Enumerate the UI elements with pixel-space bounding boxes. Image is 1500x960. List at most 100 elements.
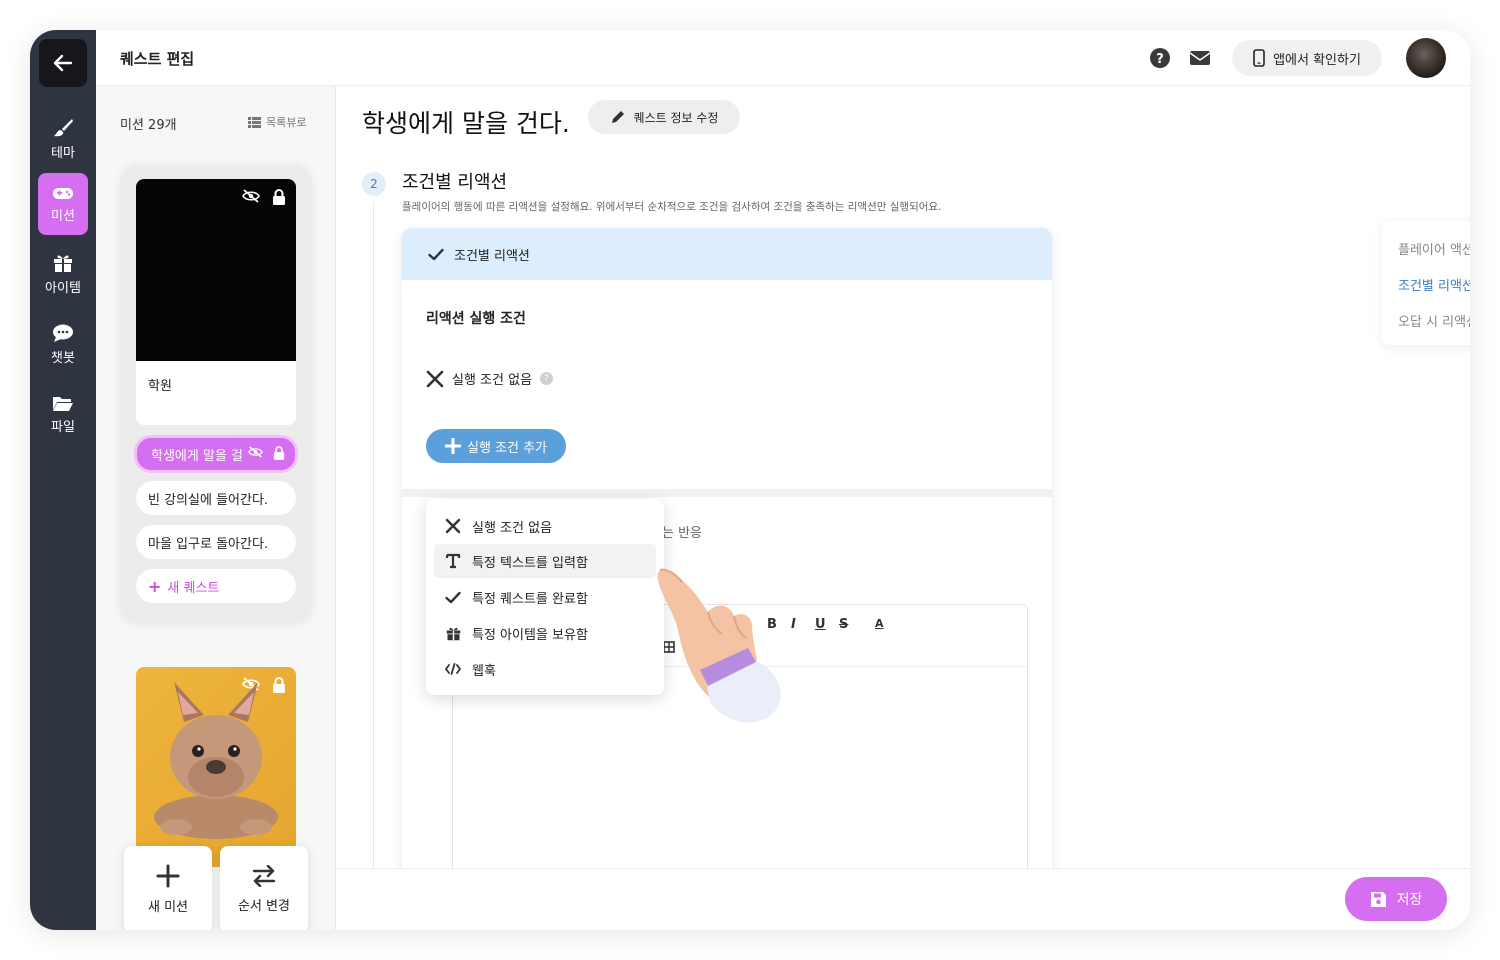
rail-label: 미션 (51, 208, 75, 224)
main-content: 학생에게 말을 건다. 퀘스트 정보 수정 2 조건별 리액션 플레이어의 행동… (336, 86, 1470, 928)
bottom-action-bar (336, 868, 1470, 930)
close-icon (445, 518, 461, 534)
reorder-label: 순서 변경 (238, 898, 290, 914)
lock-icon[interactable] (272, 189, 286, 205)
folder-icon (53, 396, 73, 411)
quest-item[interactable]: 빈 강의실에 들어간다. (136, 481, 296, 515)
section-description: 플레이어의 행동에 따른 리액션을 설정해요. 위에서부터 순차적으로 조건을 … (402, 201, 942, 213)
add-condition-button[interactable]: 실행 조건 추가 (426, 429, 566, 463)
mission-title: 학원 (148, 379, 172, 394)
rail-label: 아이템 (45, 280, 81, 296)
section-divider (402, 489, 1052, 497)
step-connector (373, 202, 374, 882)
help-icon: ? (1150, 48, 1170, 68)
mail-icon (1189, 51, 1211, 65)
mobile-icon (1253, 49, 1265, 67)
menu-item-label: 특정 아이템을 보유함 (472, 627, 588, 643)
rail-item-file[interactable]: 파일 (38, 383, 88, 445)
help-button[interactable]: ? (1148, 46, 1172, 70)
mail-button[interactable] (1188, 46, 1212, 70)
section-toc: 플레이어 액션 조건별 리액션 오답 시 리액션 (1382, 221, 1470, 345)
menu-item-has-item[interactable]: 특정 아이템을 보유함 (434, 616, 656, 650)
mission-group: 학원 학생에게 말을 걸 빈 강의실에 들어간다. 마을 입구로 돌아간다. +… (120, 164, 312, 622)
new-mission-button[interactable]: 새 미션 (124, 846, 212, 930)
plus-icon (156, 864, 180, 887)
quest-item-active[interactable]: 학생에게 말을 걸 (134, 435, 298, 473)
menu-item-webhook[interactable]: 웹훅 (434, 652, 656, 686)
menu-item-quest-complete[interactable]: 특정 퀘스트를 완료함 (434, 580, 656, 614)
menu-item-text-input[interactable]: 특정 텍스트를 입력함 (434, 544, 656, 578)
edit-quest-info-button[interactable]: 퀘스트 정보 수정 (588, 100, 740, 134)
save-icon (1370, 891, 1386, 907)
avatar[interactable] (1406, 38, 1446, 78)
app-preview-label: 앱에서 확인하기 (1273, 52, 1361, 68)
dog-photo (154, 682, 278, 839)
arrow-left-icon (53, 54, 73, 72)
section-title: 조건별 리액션 (402, 172, 508, 193)
list-icon (248, 116, 261, 128)
app-preview-button[interactable]: 앱에서 확인하기 (1232, 40, 1382, 76)
toc-item-player-action[interactable]: 플레이어 액션 (1398, 239, 1470, 258)
plus-icon: + (148, 576, 162, 596)
condition-dropdown-menu: 실행 조건 없음 특정 텍스트를 입력함 특정 퀘스트를 완료함 특정 아이템을… (426, 499, 664, 695)
no-condition-label: 실행 조건 없음 (452, 373, 533, 388)
menu-item-no-condition[interactable]: 실행 조건 없음 (434, 509, 656, 543)
quest-label: 학생에게 말을 걸 (151, 448, 243, 464)
mission-count: 미션 29개 (120, 118, 177, 133)
add-condition-label: 실행 조건 추가 (466, 440, 548, 456)
quest-label: 마을 입구로 돌아간다. (148, 536, 269, 552)
menu-item-label: 실행 조건 없음 (472, 520, 553, 536)
swap-icon (252, 864, 276, 887)
close-icon (426, 370, 444, 387)
mission-card[interactable]: 학원 (136, 179, 296, 425)
text-icon (445, 553, 461, 569)
condition-title: 리액션 실행 조건 (426, 311, 526, 327)
gift-icon (446, 627, 460, 640)
toc-item-conditional-reaction[interactable]: 조건별 리액션 (1398, 275, 1470, 294)
pointing-hand-illustration (657, 568, 781, 723)
app-window: 테마 미션 아이템 챗봇 파일 퀘스트 편집 ? 앱에서 확인하기 미션 29개… (30, 30, 1470, 930)
rail-item-mission[interactable]: 미션 (38, 173, 88, 235)
gamepad-icon (53, 187, 73, 199)
code-icon (445, 663, 461, 675)
underline-button[interactable]: U (815, 617, 826, 632)
page-title: 퀘스트 편집 (120, 50, 195, 68)
list-view-label: 목록뷰로 (266, 116, 307, 129)
no-condition-row: 실행 조건 없음 ? (426, 369, 554, 388)
lock-icon[interactable] (273, 446, 285, 460)
rail-item-chatbot[interactable]: 챗봇 (38, 313, 88, 375)
eye-slash-icon[interactable] (248, 446, 263, 458)
back-button[interactable] (39, 39, 87, 87)
svg-text:?: ? (1156, 52, 1164, 67)
rail-item-item[interactable]: 아이템 (38, 243, 88, 305)
gift-icon (54, 255, 72, 272)
font-color-button[interactable]: A (875, 617, 884, 630)
rail-item-theme[interactable]: 테마 (38, 108, 88, 170)
new-quest-button[interactable]: + 새 퀘스트 (136, 569, 296, 603)
rail-label: 테마 (51, 145, 75, 161)
check-icon (445, 591, 461, 603)
eye-slash-icon[interactable] (242, 189, 260, 203)
list-view-toggle[interactable]: 목록뷰로 (248, 114, 306, 130)
menu-item-label: 특정 퀘스트를 완료함 (472, 591, 588, 607)
mission-thumbnail (136, 179, 296, 361)
save-label: 저장 (1396, 892, 1423, 908)
help-icon[interactable]: ? (540, 372, 554, 385)
menu-item-label: 특정 텍스트를 입력함 (472, 555, 588, 571)
pencil-icon (611, 111, 624, 123)
menu-item-label: 웹훅 (472, 663, 496, 679)
chat-icon (53, 324, 73, 342)
quest-item[interactable]: 마을 입구로 돌아간다. (136, 525, 296, 559)
rail-label: 파일 (51, 419, 75, 435)
edit-quest-info-label: 퀘스트 정보 수정 (633, 110, 719, 125)
mission-list-panel: 미션 29개 목록뷰로 학원 학생에게 말을 걸 빈 강의실에 들어간다. 마을… (96, 86, 336, 930)
reorder-button[interactable]: 순서 변경 (220, 846, 308, 930)
save-button[interactable]: 저장 (1345, 877, 1447, 921)
brush-icon (54, 118, 73, 136)
toc-item-wrong-answer[interactable]: 오답 시 리액션 (1398, 311, 1470, 330)
new-quest-label: 새 퀘스트 (167, 580, 220, 596)
mission-card-photo[interactable] (136, 667, 296, 867)
plus-icon (444, 438, 461, 454)
reaction-card-header[interactable]: 조건별 리액션 (402, 228, 1052, 280)
strike-button[interactable]: S (839, 617, 848, 632)
